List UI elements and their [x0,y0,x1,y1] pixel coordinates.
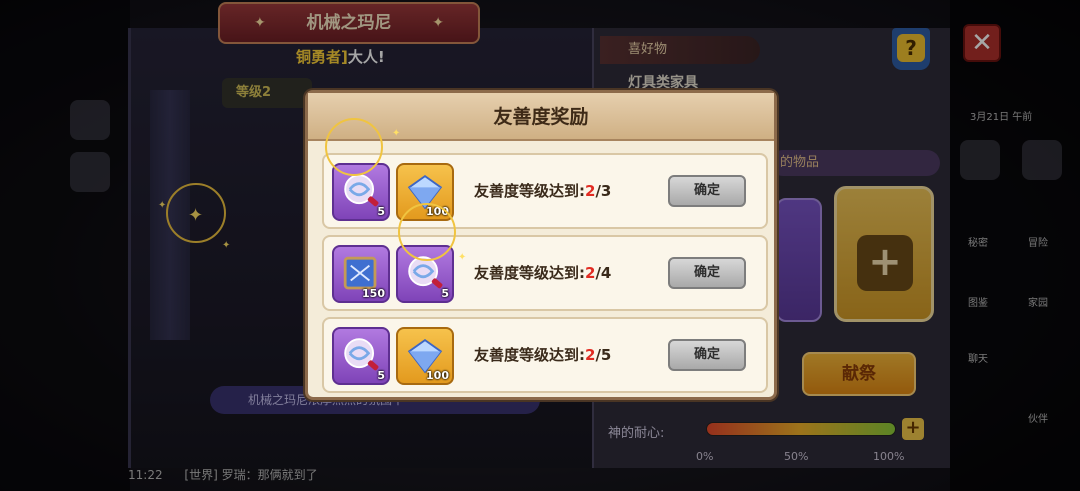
requirement-target: /4 [595,264,612,282]
requirement-current: 2 [585,182,596,200]
confirm-button[interactable]: 确定 [668,175,746,207]
reward-count: 5 [377,369,385,382]
reward-row: 5 100 友善度等级达到:2/5 确定 [322,317,768,393]
reward-count: 5 [441,287,449,300]
sparkle-ring-icon [325,118,383,176]
diamond-icon[interactable]: 100 [396,327,454,385]
sparkle-ring-icon [398,203,456,261]
requirement-text: 友善度等级达到:2/3 [474,180,611,201]
reward-count: 150 [362,287,385,300]
requirement-text: 友善度等级达到:2/5 [474,344,611,365]
reward-row: 5 100 友善度等级达到:2/3 确定 [322,153,768,229]
requirement-prefix: 友善度等级达到: [474,264,585,282]
confirm-button[interactable]: 确定 [668,257,746,289]
requirement-target: /3 [595,182,612,200]
requirement-prefix: 友善度等级达到: [474,346,585,364]
reward-count: 5 [377,205,385,218]
map-scroll-icon[interactable]: 150 [332,245,390,303]
requirement-target: /5 [595,346,612,364]
confirm-button[interactable]: 确定 [668,339,746,371]
requirement-prefix: 友善度等级达到: [474,182,585,200]
requirement-current: 2 [585,264,596,282]
reward-count: 100 [426,369,449,382]
sparkle-icon: ✦ [458,252,467,263]
sparkle-icon: ✦ [392,128,401,139]
requirement-current: 2 [585,346,596,364]
requirement-text: 友善度等级达到:2/4 [474,262,611,283]
reward-row: 150 5 友善度等级达到:2/4 确定 [322,235,768,311]
candy-icon[interactable]: 5 [332,327,390,385]
